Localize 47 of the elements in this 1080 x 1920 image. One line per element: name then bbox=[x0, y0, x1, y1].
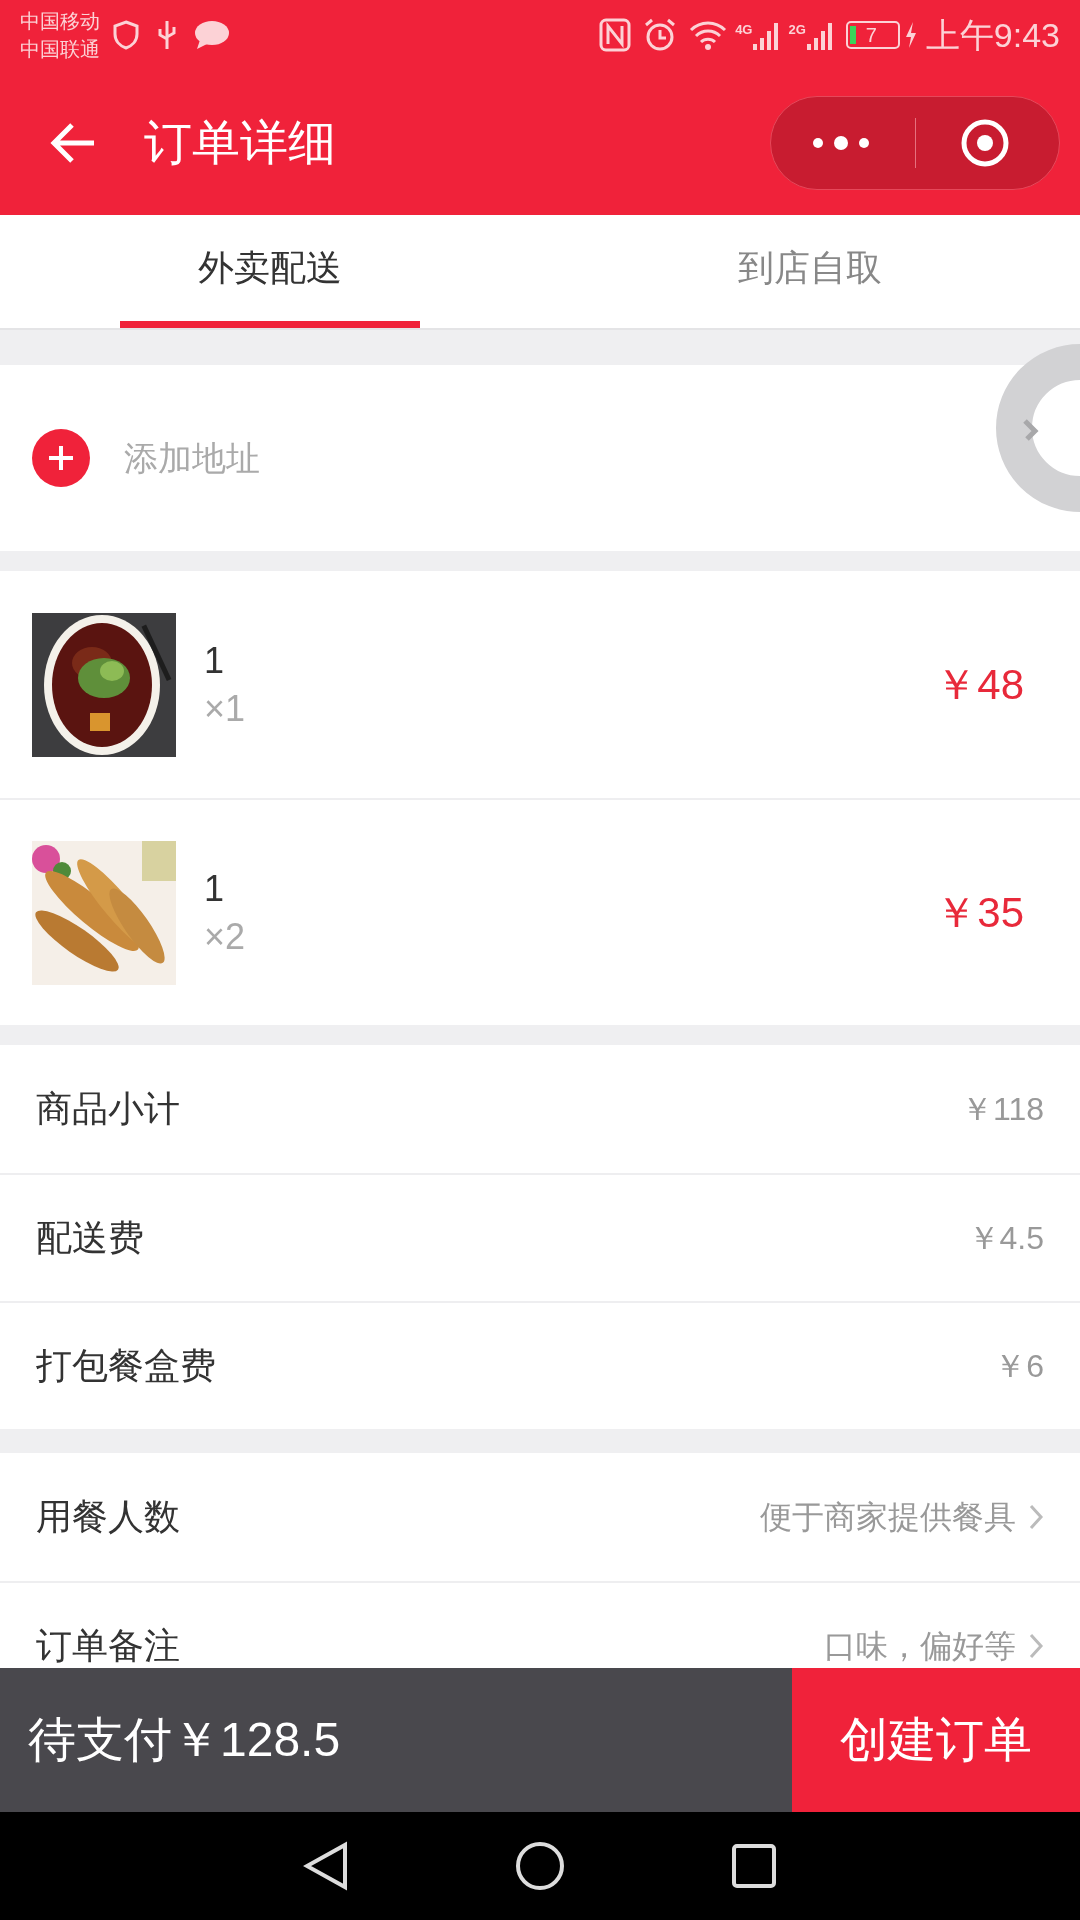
nfc-icon bbox=[599, 18, 632, 52]
recents-icon[interactable] bbox=[731, 1843, 777, 1889]
fee-value: ￥118 bbox=[961, 1090, 1044, 1129]
item-quantity: ×2 bbox=[204, 914, 246, 959]
alarm-icon bbox=[643, 18, 678, 52]
chevron-icon bbox=[1028, 1503, 1044, 1531]
tab[interactable]: 到店自取 bbox=[660, 215, 960, 328]
fee-label: 配送费 bbox=[36, 1216, 144, 1260]
shield-icon bbox=[112, 20, 140, 50]
plus-icon bbox=[32, 429, 90, 487]
signal-icon bbox=[752, 20, 781, 50]
address-placeholder: 添加地址 bbox=[124, 437, 260, 479]
item-price: ￥35 bbox=[935, 888, 1024, 938]
tab[interactable]: 外卖配送 bbox=[120, 215, 420, 328]
item-quantity: ×1 bbox=[204, 686, 246, 731]
option-hint: 便于商家提供餐具 bbox=[760, 1498, 1016, 1537]
chevron-icon bbox=[1028, 1632, 1044, 1660]
fee-label: 打包餐盒费 bbox=[36, 1344, 216, 1388]
usb-icon bbox=[156, 19, 178, 51]
back-icon[interactable] bbox=[303, 1841, 349, 1891]
item-name: 1 bbox=[204, 638, 226, 683]
network-type: 4G bbox=[735, 21, 753, 39]
option-row[interactable]: 用餐人数 便于商家提供餐具 bbox=[0, 1453, 1080, 1581]
close-mini-program-icon[interactable] bbox=[960, 117, 1010, 168]
clock: 上午9:43 bbox=[925, 14, 1060, 56]
charging-icon bbox=[903, 21, 918, 49]
battery-fill bbox=[849, 26, 856, 44]
fee-value: ￥4.5 bbox=[967, 1219, 1044, 1258]
wifi-icon bbox=[689, 20, 728, 50]
option-hint: 口味，偏好等 bbox=[824, 1627, 1016, 1666]
item-name: 1 bbox=[204, 866, 226, 911]
create-order-button[interactable]: 创建订单 bbox=[792, 1668, 1080, 1812]
carrier-name: 中国联通 bbox=[20, 37, 100, 62]
network-type: 2G bbox=[788, 21, 806, 39]
amount-due: 待支付￥128.5 bbox=[27, 1712, 342, 1768]
option-label: 订单备注 bbox=[36, 1624, 180, 1668]
signal-icon bbox=[805, 20, 834, 50]
carrier-name: 中国移动 bbox=[20, 9, 100, 34]
fee-value: ￥6 bbox=[994, 1347, 1044, 1386]
more-icon[interactable] bbox=[811, 135, 871, 150]
home-icon[interactable] bbox=[515, 1841, 565, 1891]
page-title: 订单详细 bbox=[144, 114, 336, 171]
chat-bubble-icon bbox=[194, 20, 230, 50]
battery-level: 7 bbox=[865, 25, 877, 45]
option-label: 用餐人数 bbox=[36, 1495, 180, 1539]
item-price: ￥48 bbox=[935, 660, 1024, 710]
fee-label: 商品小计 bbox=[36, 1087, 180, 1131]
